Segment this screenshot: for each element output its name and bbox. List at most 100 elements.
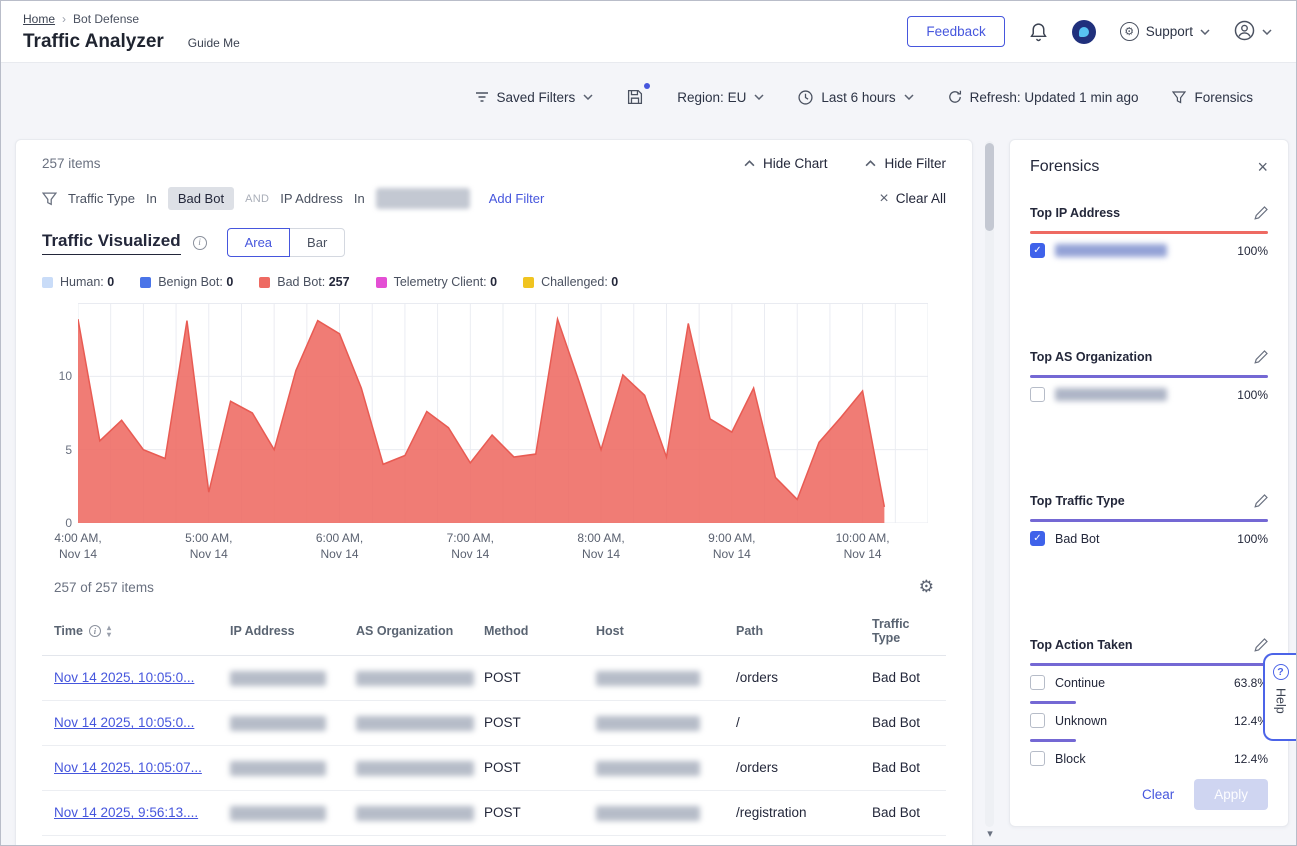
edit-pencil-icon[interactable] [1254,638,1268,652]
close-icon[interactable]: × [1257,158,1268,176]
filter-field-2[interactable]: IP Address [280,191,343,206]
apply-button[interactable]: Apply [1194,779,1268,810]
filter-value-chip[interactable]: Bad Bot [168,187,234,210]
edit-pencil-icon[interactable] [1254,494,1268,508]
region-label: Region: EU [677,90,746,105]
legend-item-challenged[interactable]: Challenged: 0 [523,275,618,289]
table-row[interactable]: Nov 14 2025, 10:05:0...POST/ordersBad Bo… [42,656,946,701]
forensics-item[interactable]: Block12.4% [1030,751,1268,766]
table-header-row: Time i ▴▾ IP Address AS Organization Met… [42,607,946,656]
hide-filter-toggle[interactable]: Hide Filter [865,156,946,171]
forensics-item[interactable]: ✓Bad Bot100% [1030,531,1268,546]
edit-pencil-icon[interactable] [1254,206,1268,220]
saved-filters-dropdown[interactable]: Saved Filters [458,90,611,105]
info-icon[interactable]: i [193,236,207,250]
time-range-label: Last 6 hours [821,90,895,105]
column-label: Traffic Type [872,617,934,645]
refresh-button[interactable]: Refresh: Updated 1 min ago [931,90,1156,105]
forensics-item[interactable]: Continue63.8% [1030,675,1268,690]
table-row[interactable]: Nov 14 2025, 10:05:0...POST/Bad Bot [42,701,946,746]
help-question-icon: ? [1273,664,1289,680]
checkbox[interactable] [1030,387,1045,402]
chart-x-axis: 4:00 AM, Nov 145:00 AM, Nov 146:00 AM, N… [78,530,928,560]
section-title-traffic-visualized: Traffic Visualized [42,231,181,255]
column-header-time[interactable]: Time i ▴▾ [54,624,230,638]
checkbox[interactable]: ✓ [1030,243,1045,258]
support-gear-icon: ⚙ [1120,22,1139,41]
section-title: Top AS Organization [1030,350,1152,364]
clear-all-label: Clear All [896,191,946,206]
forensics-item[interactable]: 100% [1030,387,1268,402]
cell-time[interactable]: Nov 14 2025, 10:05:0... [54,670,230,685]
support-label: Support [1146,24,1193,39]
filter-field-1[interactable]: Traffic Type [68,191,135,206]
breadcrumb-home-link[interactable]: Home [23,12,55,26]
filter-operator-2[interactable]: In [354,191,365,206]
scroll-down-arrow-icon[interactable]: ▾ [985,827,995,840]
table-row[interactable]: Nov 14 2025, 10:05:07...POST/ordersBad B… [42,746,946,791]
column-header-host[interactable]: Host [596,624,736,638]
column-header-traffic-type[interactable]: Traffic Type [872,617,934,645]
legend-item-human[interactable]: Human: 0 [42,275,114,289]
column-label: Path [736,624,763,638]
account-menu[interactable] [1234,20,1272,44]
info-icon[interactable]: i [89,625,101,637]
bar-chart-button[interactable]: Bar [289,228,345,257]
help-tab[interactable]: ? Help [1263,653,1296,741]
legend-item-bad-bot[interactable]: Bad Bot: 257 [259,275,349,289]
chevron-down-icon [583,94,593,100]
assistant-icon[interactable] [1072,20,1096,44]
checkbox[interactable] [1030,675,1045,690]
checkbox[interactable] [1030,751,1045,766]
cell-traffic-type: Bad Bot [872,670,934,685]
support-menu[interactable]: ⚙ Support [1120,22,1210,41]
notifications-bell-icon[interactable] [1029,22,1048,42]
column-label: Method [484,624,528,638]
vertical-scrollbar[interactable] [985,141,994,827]
column-label: AS Organization [356,624,453,638]
legend-item-benign-bot[interactable]: Benign Bot: 0 [140,275,233,289]
hide-filter-label: Hide Filter [884,156,946,171]
hide-chart-toggle[interactable]: Hide Chart [744,156,828,171]
legend-label: Human: 0 [60,275,114,289]
distribution-bar [1030,739,1076,742]
clear-all-button[interactable]: × Clear All [879,190,946,208]
filter-operator-1[interactable]: In [146,191,157,206]
forensics-item[interactable]: Unknown12.4% [1030,713,1268,728]
legend-item-telemetry-client[interactable]: Telemetry Client: 0 [376,275,498,289]
saved-filters-label: Saved Filters [497,90,576,105]
column-header-as-organization[interactable]: AS Organization [356,624,484,638]
clear-button[interactable]: Clear [1142,787,1174,802]
add-filter-button[interactable]: Add Filter [489,191,545,206]
edit-pencil-icon[interactable] [1254,350,1268,364]
sort-icon[interactable]: ▴▾ [107,624,111,638]
top-header: Home › Bot Defense Traffic Analyzer Guid… [1,1,1296,63]
table-row[interactable]: Nov 14 2025, 9:56:13....POST/registratio… [42,791,946,836]
area-chart-button[interactable]: Area [227,228,290,257]
feedback-button[interactable]: Feedback [907,16,1004,47]
filter-value-redacted-chip[interactable] [376,188,470,209]
chart-plot-area [78,303,928,523]
column-header-method[interactable]: Method [484,624,596,638]
x-tick-label: 5:00 AM, Nov 14 [185,530,232,562]
table-settings-gear-icon[interactable]: ⚙ [919,577,934,597]
checkbox[interactable]: ✓ [1030,531,1045,546]
column-header-path[interactable]: Path [736,624,872,638]
cell-time[interactable]: Nov 14 2025, 10:05:07... [54,760,230,775]
refresh-icon [948,90,962,104]
forensics-item[interactable]: ✓100% [1030,243,1268,258]
chevron-down-icon [754,94,764,100]
guide-me-link[interactable]: Guide Me [188,36,240,50]
forensics-toggle[interactable]: Forensics [1155,90,1270,105]
scrollbar-thumb[interactable] [985,143,994,231]
redacted-value [230,716,326,731]
region-dropdown[interactable]: Region: EU [660,90,781,105]
cell-time[interactable]: Nov 14 2025, 9:56:13.... [54,805,230,820]
traffic-table-body: Nov 14 2025, 10:05:0...POST/ordersBad Bo… [42,656,946,836]
column-header-ip-address[interactable]: IP Address [230,624,356,638]
checkbox[interactable] [1030,713,1045,728]
cell-time[interactable]: Nov 14 2025, 10:05:0... [54,715,230,730]
app-window: Home › Bot Defense Traffic Analyzer Guid… [0,0,1297,846]
save-filter-button[interactable] [610,89,660,105]
time-range-dropdown[interactable]: Last 6 hours [781,90,930,105]
